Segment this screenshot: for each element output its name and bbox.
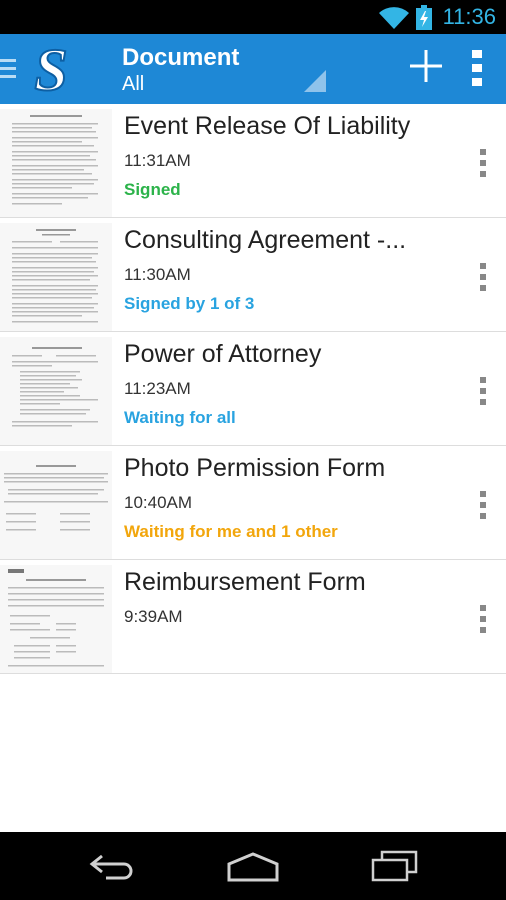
document-title: Photo Permission Form (124, 454, 386, 482)
document-thumbnail (0, 451, 112, 559)
add-icon[interactable] (408, 48, 444, 84)
overflow-menu-icon[interactable] (470, 48, 484, 88)
document-row[interactable]: Reimbursement Form 9:39AM (0, 560, 506, 674)
document-thumbnail (0, 565, 112, 673)
document-time: 11:30AM (124, 265, 191, 284)
row-overflow-icon[interactable] (478, 149, 488, 177)
recent-apps-icon[interactable] (370, 850, 420, 882)
row-overflow-icon[interactable] (478, 263, 488, 291)
document-thumbnail (0, 337, 112, 445)
row-overflow-icon[interactable] (478, 491, 488, 519)
document-time: 9:39AM (124, 607, 183, 626)
navigation-bar (0, 832, 506, 900)
back-icon[interactable] (88, 854, 138, 880)
clock: 11:36 (442, 4, 496, 29)
svg-text:S: S (34, 40, 67, 100)
document-title: Consulting Agreement -... (124, 226, 407, 254)
dropdown-triangle-icon (304, 70, 326, 92)
app-logo[interactable]: S (26, 40, 76, 100)
app-bar: S Document All (0, 34, 506, 104)
row-overflow-icon[interactable] (478, 605, 488, 633)
document-time: 10:40AM (124, 493, 193, 512)
filter-value: All (122, 73, 145, 95)
document-title: Power of Attorney (124, 340, 322, 368)
status-bar: 11:36 (0, 0, 506, 34)
document-status: Signed by 1 of 3 (124, 294, 255, 313)
document-status: Waiting for me and 1 other (124, 522, 338, 541)
document-row[interactable]: Photo Permission Form 10:40AM Waiting fo… (0, 446, 506, 560)
document-list: Event Release Of Liability 11:31AM Signe… (0, 104, 506, 674)
battery-charging-icon (416, 5, 432, 30)
document-title: Reimbursement Form (124, 568, 366, 596)
page-title: Document (122, 44, 240, 71)
menu-icon[interactable] (0, 55, 18, 83)
document-time: 11:23AM (124, 379, 191, 398)
row-overflow-icon[interactable] (478, 377, 488, 405)
document-row[interactable]: Consulting Agreement -... 11:30AM Signed… (0, 218, 506, 332)
document-row[interactable]: Power of Attorney 11:23AM Waiting for al… (0, 332, 506, 446)
home-icon[interactable] (226, 852, 280, 882)
wifi-icon (379, 7, 409, 29)
document-status: Waiting for all (124, 408, 236, 427)
document-thumbnail (0, 223, 112, 331)
document-status: Signed (124, 180, 181, 199)
document-thumbnail (0, 109, 112, 217)
document-row[interactable]: Event Release Of Liability 11:31AM Signe… (0, 104, 506, 218)
document-time: 11:31AM (124, 151, 191, 170)
document-title: Event Release Of Liability (124, 112, 411, 140)
